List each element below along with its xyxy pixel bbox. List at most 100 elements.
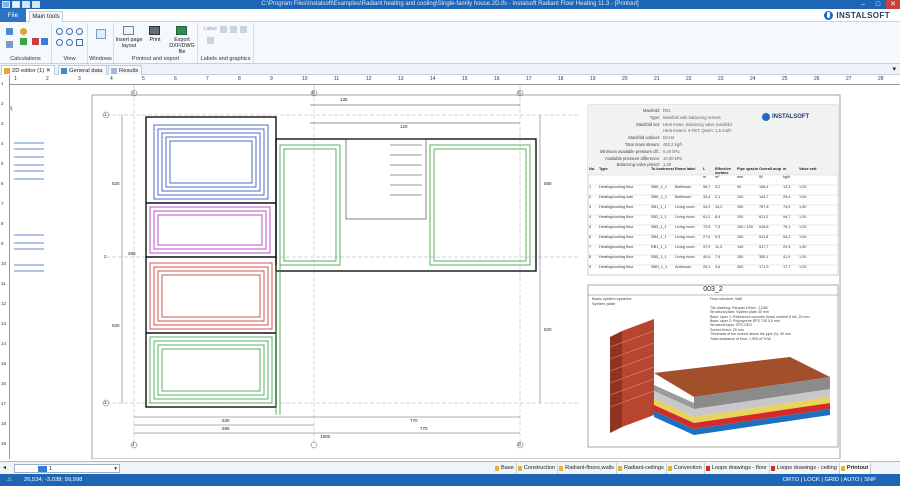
grid-label-b: B: [312, 90, 315, 95]
table-cell: Heating/cooling floor: [599, 265, 634, 269]
results-header: Manifold: R01 Type: Manifold with balancin…: [599, 108, 732, 168]
table-icon[interactable]: [41, 38, 48, 45]
editor-icon: [4, 68, 10, 74]
table-cell: 1,00: [799, 255, 807, 259]
tab-label: 2D editor (1): [12, 68, 45, 74]
nav-left-icon[interactable]: ◂: [3, 464, 6, 471]
table-cell: 41,9: [783, 255, 791, 259]
table-cell: Living room: [675, 235, 695, 239]
chevron-down-icon: ▾: [114, 466, 117, 472]
label-icon[interactable]: [220, 26, 227, 33]
layer-select[interactable]: 1 ▾: [14, 464, 120, 473]
ruler-mark: 7: [1, 201, 4, 206]
ruler-mark: 6: [174, 76, 177, 82]
zoom-all-icon[interactable]: [56, 39, 63, 46]
table-cell: 3,2: [715, 185, 721, 189]
ruler-mark: 12: [1, 301, 7, 306]
drawing-modes[interactable]: ORTO | LOCK | GRID | AUTO | SNP: [783, 474, 876, 486]
export-icon[interactable]: [176, 26, 187, 35]
flag-icon[interactable]: [32, 38, 39, 45]
detail-left-text: Basic system systems System plate: [592, 296, 632, 306]
tab-2d-editor[interactable]: 2D editor (1) ✕: [1, 65, 55, 75]
table-cell: 56,7: [703, 185, 711, 189]
dropdown-icon[interactable]: [207, 37, 214, 44]
table-cell: Heating/cooling floor: [599, 225, 634, 229]
sheet-tab[interactable]: Loops drawings - floor: [705, 463, 770, 474]
sheet-tab[interactable]: Radiant-ceilings: [617, 463, 667, 474]
sheet-tab[interactable]: Convection: [667, 463, 705, 474]
table-cell: Living room: [675, 215, 695, 219]
table-cell: 7,3: [715, 225, 721, 229]
arrow-down-icon[interactable]: [6, 41, 13, 48]
gear-icon[interactable]: [20, 28, 27, 35]
grid-label-d: D: [518, 442, 522, 447]
table-cell: 516,6: [759, 225, 769, 229]
zoom-previous-icon[interactable]: [66, 39, 73, 46]
table-cell: SB2_1_1: [651, 215, 667, 219]
close-button[interactable]: ✕: [886, 0, 900, 9]
horizontal-ruler: 1 2 3 4 5 6 7 8 9 10 11 12 13 14 15 16 17 18 19 20 21 22 23 24 2…: [10, 75, 900, 85]
layer-icon: [38, 466, 47, 472]
ruler-mark: 14: [430, 76, 436, 82]
ruler-mark: 27: [846, 76, 852, 82]
tabs-menu-icon[interactable]: ▾: [892, 65, 896, 73]
table-icon[interactable]: [240, 26, 247, 33]
title-bar: C:\Program Files\Instalsoft\Examples\Rad…: [0, 0, 900, 9]
table-cell: SBK_1_1: [651, 195, 668, 199]
table-cell: 5: [589, 225, 592, 229]
zoom-window-icon[interactable]: [76, 28, 83, 35]
printout-canvas[interactable]: DR 630 695 770 770 1905 135 120 520 520 …: [10, 85, 900, 459]
sheet-tab[interactable]: Loops drawings - ceiling: [770, 463, 840, 474]
ruler-mark: 10: [1, 261, 7, 266]
table-cell: 100: [737, 195, 744, 199]
picture-icon[interactable]: [230, 26, 237, 33]
sheet-label: Radiant-floors,walls: [565, 465, 614, 471]
ruler-mark: 18: [558, 76, 564, 82]
insert-page-layout-button[interactable]: Insert page layout: [114, 37, 144, 49]
printer-icon[interactable]: [149, 26, 160, 35]
page-layout-icon[interactable]: [123, 26, 134, 35]
group-label: Windows: [89, 56, 112, 62]
table-cell: 171,3: [759, 265, 769, 269]
dim-bottom-2: 695: [222, 426, 230, 431]
label-button[interactable]: Label: [203, 26, 217, 32]
layer-select-value: 1: [49, 466, 53, 472]
sheet-tab[interactable]: Printout: [839, 463, 872, 474]
ruler-mark: 17: [526, 76, 532, 82]
ruler-mark: 28: [878, 76, 884, 82]
group-label: Labels and graphics: [200, 56, 251, 62]
ruler-mark: 2: [46, 76, 49, 82]
print-button[interactable]: Print: [145, 37, 165, 43]
windows-icon[interactable]: [96, 29, 106, 39]
table-cell: 1,00: [799, 235, 807, 239]
table-cell: 13,3: [783, 185, 791, 189]
ruler-mark: 16: [494, 76, 500, 82]
sheet-tab[interactable]: Construction: [517, 463, 559, 474]
export-dxf-button[interactable]: Export DXF/DWG file: [166, 37, 198, 55]
group-label: Printout and export: [131, 56, 180, 62]
table-body: 1 Heating/cooling floor SBK_1_1 Bathroom 56,…: [589, 182, 837, 272]
sheet-tab[interactable]: Radiant-floors,walls: [558, 463, 617, 474]
calc-icon[interactable]: [6, 28, 13, 35]
pan-icon[interactable]: [76, 39, 83, 46]
tab-main-tools[interactable]: Main tools: [29, 11, 63, 22]
maximize-button[interactable]: □: [871, 0, 885, 9]
table-cell: 1,00: [799, 185, 807, 189]
table-cell: 25,4: [783, 195, 791, 199]
ruler-mark: 18: [1, 421, 7, 426]
file-menu[interactable]: File: [0, 9, 26, 22]
sheet-tab[interactable]: Base: [494, 463, 517, 474]
tab-general-data[interactable]: General data: [58, 65, 107, 75]
warning-icon[interactable]: ⚠: [7, 474, 12, 486]
sheet-icon: [840, 466, 845, 471]
minimize-button[interactable]: –: [856, 0, 870, 9]
zoom-out-icon[interactable]: [66, 28, 73, 35]
table-cell: 1,00: [799, 205, 807, 209]
check-icon[interactable]: [20, 38, 27, 45]
sheet-icon: [495, 466, 499, 471]
dim-top-2: 120: [400, 124, 408, 129]
zoom-in-icon[interactable]: [56, 28, 63, 35]
tab-results[interactable]: Results: [108, 65, 143, 75]
table-cell: 355,1: [759, 255, 769, 259]
ruler-mark: 6: [1, 181, 4, 186]
